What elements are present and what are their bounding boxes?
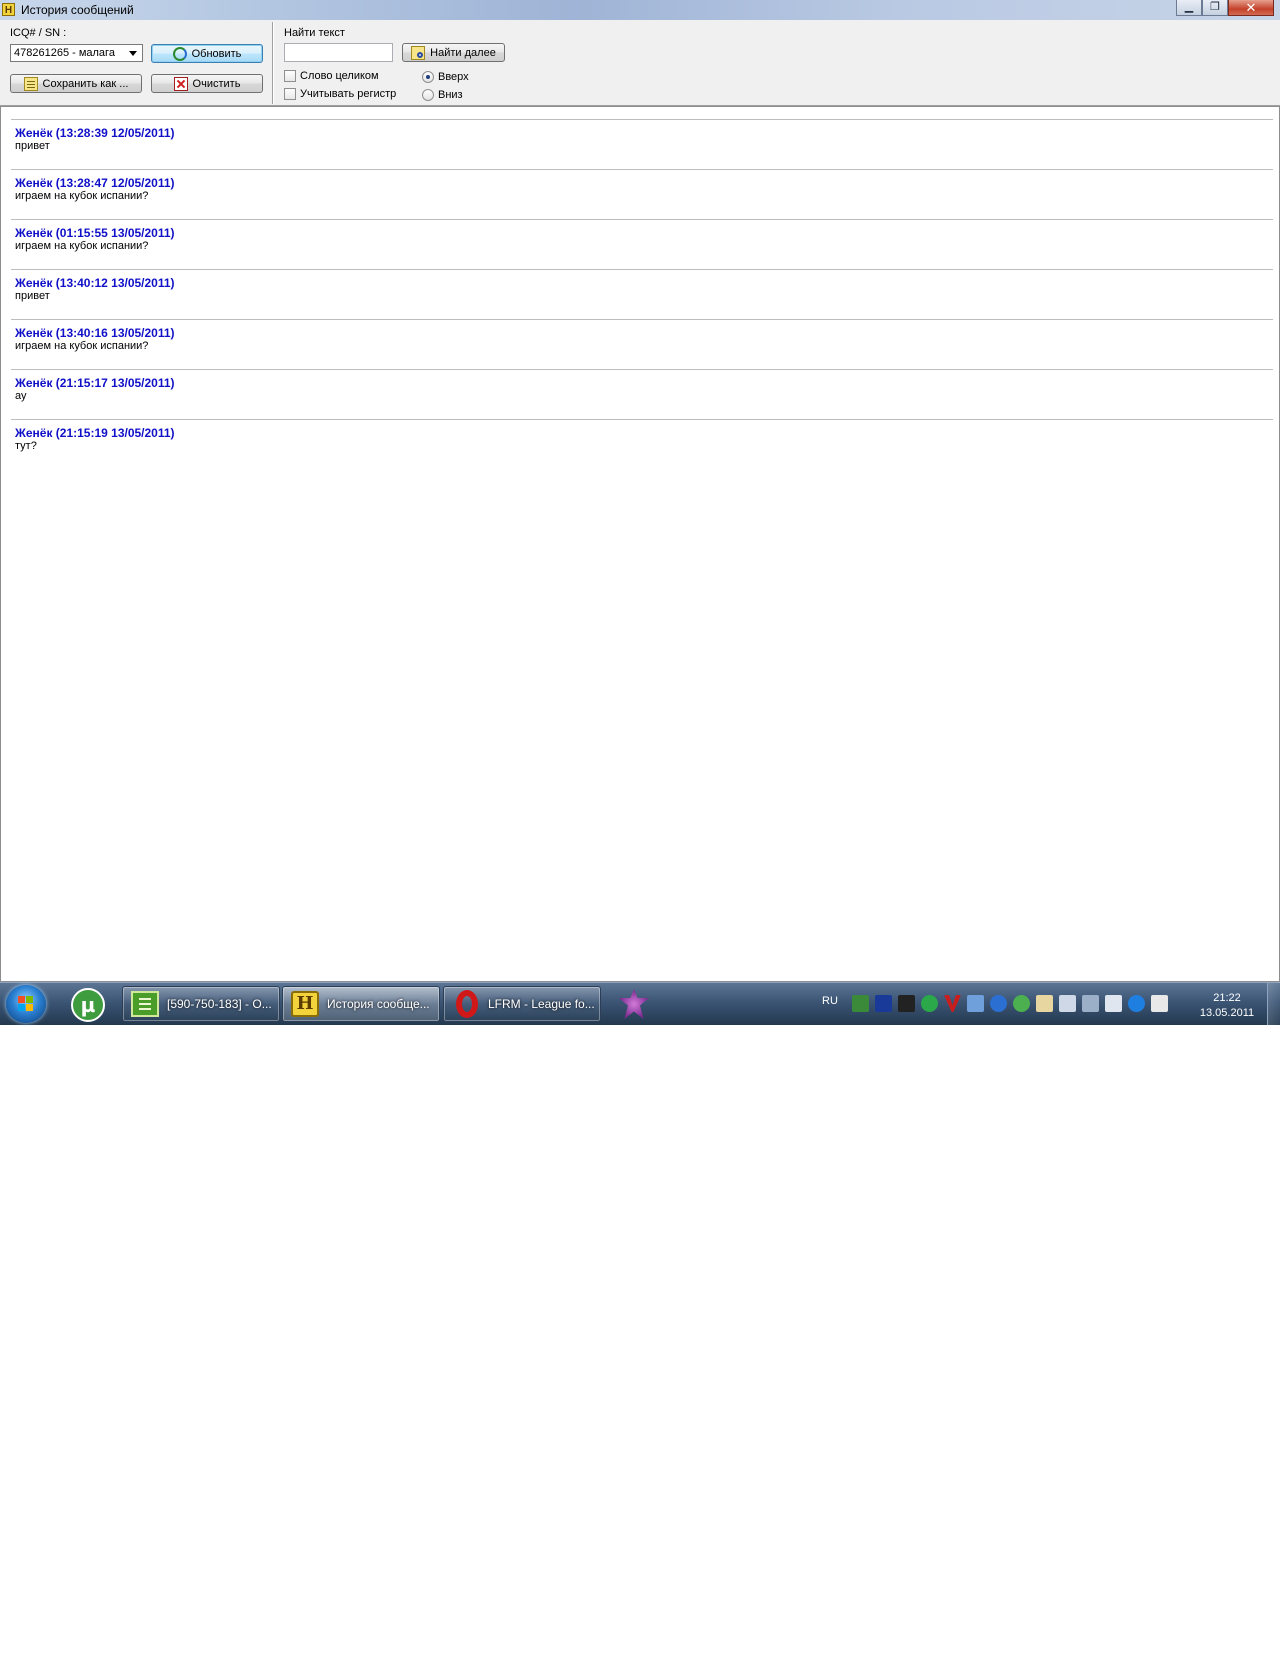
match-case-checkbox[interactable] <box>284 88 296 100</box>
webmoney-icon[interactable] <box>619 989 649 1019</box>
find-next-button[interactable]: Найти далее <box>402 43 505 62</box>
direction-up-label: Вверх <box>438 71 469 83</box>
start-button[interactable] <box>6 985 46 1023</box>
message-header: Женёк (21:15:19 13/05/2011) <box>15 426 175 440</box>
language-indicator[interactable]: RU <box>822 995 838 1007</box>
clear-button[interactable]: Очистить <box>151 74 263 93</box>
whole-word-checkbox[interactable] <box>284 70 296 82</box>
windows-logo-icon <box>18 996 34 1012</box>
refresh-button[interactable]: Обновить <box>151 44 263 63</box>
shield-icon[interactable] <box>852 995 869 1012</box>
taskbar-item-label: LFRM - League fo... <box>488 997 595 1011</box>
contact-select-value: 478261265 - малага <box>14 47 115 59</box>
find-icon <box>411 45 426 60</box>
show-desktop-button[interactable] <box>1267 983 1280 1025</box>
utorrent-icon[interactable]: µ <box>71 988 105 1022</box>
message-item: Женёк (13:40:16 13/05/2011) играем на ку… <box>11 319 1273 352</box>
clock-date: 13.05.2011 <box>1199 1007 1255 1019</box>
taskbar-item-history[interactable]: H История сообще... <box>282 986 440 1022</box>
taskbar-item-notes[interactable]: [590-750-183] - О... <box>122 986 280 1022</box>
toolbar-divider <box>272 22 273 104</box>
toolbar-panel: ICQ# / SN : 478261265 - малага Обновить … <box>0 20 1280 106</box>
find-label: Найти текст <box>284 27 345 39</box>
message-history[interactable]: Женёк (13:28:39 12/05/2011) привет Женёк… <box>0 106 1280 982</box>
message-text: играем на кубок испании? <box>15 190 149 202</box>
phone-icon[interactable] <box>875 995 892 1012</box>
window-title: История сообщений <box>21 3 134 17</box>
find-next-button-label: Найти далее <box>430 46 496 59</box>
message-text: ау <box>15 390 27 402</box>
message-header: Женёк (13:28:39 12/05/2011) <box>15 126 175 140</box>
whole-word-label: Слово целиком <box>300 70 379 82</box>
message-item: Женёк (01:15:55 13/05/2011) играем на ку… <box>11 219 1273 252</box>
recycle-icon[interactable] <box>921 995 938 1012</box>
window-controls: ▁ ❐ ✕ <box>1176 0 1274 17</box>
maximize-button[interactable]: ❐ <box>1202 0 1228 16</box>
message-item: Женёк (13:40:12 13/05/2011) привет <box>11 269 1273 302</box>
save-as-button-label: Сохранить как ... <box>42 77 129 90</box>
message-item: Женёк (21:15:19 13/05/2011) тут? <box>11 419 1273 452</box>
taskbar-item-opera[interactable]: LFRM - League fo... <box>443 986 601 1022</box>
console-icon[interactable] <box>898 995 915 1012</box>
message-header: Женёк (21:15:17 13/05/2011) <box>15 376 175 390</box>
save-file-icon <box>23 76 38 91</box>
flag-warning-icon[interactable] <box>1151 995 1168 1012</box>
direction-down-label: Вниз <box>438 89 463 101</box>
message-header: Женёк (13:28:47 12/05/2011) <box>15 176 175 190</box>
direction-up-radio[interactable] <box>422 71 434 83</box>
restore-icon: ❐ <box>1210 1 1220 13</box>
monitor-icon[interactable] <box>1105 995 1122 1012</box>
clear-icon <box>173 76 188 91</box>
message-header: Женёк (13:40:12 13/05/2011) <box>15 276 175 290</box>
message-text: привет <box>15 140 50 152</box>
network-icon[interactable] <box>967 995 984 1012</box>
notes-tray-icon[interactable] <box>1036 995 1053 1012</box>
antivirus-icon[interactable] <box>944 995 961 1012</box>
taskbar-item-label: История сообще... <box>327 997 430 1011</box>
direction-down-radio[interactable] <box>422 89 434 101</box>
message-text: играем на кубок испании? <box>15 340 149 352</box>
close-icon: ✕ <box>1245 0 1257 15</box>
minimize-button[interactable]: ▁ <box>1176 0 1202 16</box>
notes-icon <box>131 991 159 1017</box>
sync-icon[interactable] <box>1082 995 1099 1012</box>
refresh-button-label: Обновить <box>191 47 242 60</box>
taskbar-clock[interactable]: 21:22 13.05.2011 <box>1182 991 1272 1021</box>
message-item: Женёк (13:28:39 12/05/2011) привет <box>11 119 1273 152</box>
message-text: привет <box>15 290 50 302</box>
contact-label: ICQ# / SN : <box>10 27 67 39</box>
system-tray <box>852 995 1168 1013</box>
message-item: Женёк (21:15:17 13/05/2011) ау <box>11 369 1273 402</box>
update-icon[interactable] <box>1128 995 1145 1012</box>
app-icon: H <box>2 3 15 16</box>
message-text: тут? <box>15 440 37 452</box>
contact-select[interactable]: 478261265 - малага <box>10 44 143 62</box>
refresh-icon <box>172 46 187 61</box>
message-header: Женёк (01:15:55 13/05/2011) <box>15 226 175 240</box>
history-h-icon: H <box>291 991 319 1017</box>
agent-icon[interactable] <box>990 995 1007 1012</box>
close-button[interactable]: ✕ <box>1228 0 1274 16</box>
speaker-icon[interactable] <box>1059 995 1076 1012</box>
message-text: играем на кубок испании? <box>15 240 149 252</box>
clear-button-label: Очистить <box>192 77 241 90</box>
title-bar: H История сообщений ▁ ❐ ✕ <box>0 0 1280 20</box>
icq-flower-icon[interactable] <box>1013 995 1030 1012</box>
match-case-label: Учитывать регистр <box>300 88 397 100</box>
opera-icon <box>456 990 478 1018</box>
chevron-down-icon[interactable] <box>126 46 140 60</box>
taskbar: µ [590-750-183] - О... H История сообще.… <box>0 982 1280 1025</box>
taskbar-item-label: [590-750-183] - О... <box>167 997 272 1011</box>
clock-time: 21:22 <box>1213 992 1241 1004</box>
save-as-button[interactable]: Сохранить как ... <box>10 74 142 93</box>
message-item: Женёк (13:28:47 12/05/2011) играем на ку… <box>11 169 1273 202</box>
find-input[interactable] <box>284 43 393 62</box>
minimize-icon: ▁ <box>1184 1 1194 13</box>
message-header: Женёк (13:40:16 13/05/2011) <box>15 326 175 340</box>
